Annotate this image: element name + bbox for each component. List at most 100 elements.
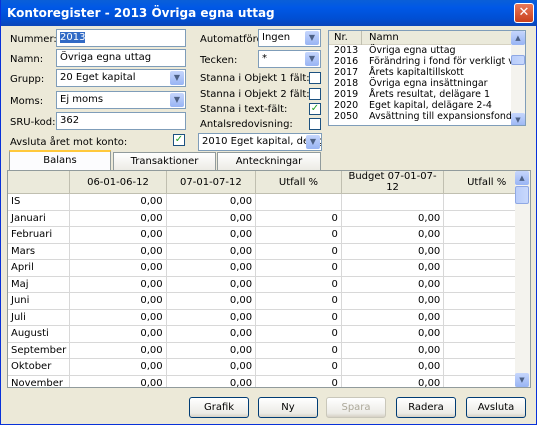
grid-cell[interactable]: 0,00 [69,375,167,387]
scroll-up-icon[interactable]: ▲ [511,31,525,45]
grid-cell[interactable]: 0,00 [69,325,167,343]
grid-col-header[interactable]: 06-01-06-12 [69,171,167,194]
grid-cell[interactable]: 0 [255,325,342,343]
scroll-thumb[interactable] [511,55,525,65]
scroll-down-icon[interactable]: ▼ [515,373,529,387]
grid-cell[interactable]: 0,00 [341,309,445,326]
grid-cell[interactable]: 0,00 [166,342,257,359]
accounts-scrollbar[interactable]: ▲ ▼ [511,31,525,125]
grafik-button[interactable]: Grafik [189,397,249,418]
avsluta-checkbox[interactable]: ✓ [173,134,185,146]
spara-button[interactable]: Spara [326,397,386,418]
avsluta-button[interactable]: Avsluta [466,397,526,418]
close-button[interactable]: ✕ [514,3,534,23]
grid-cell[interactable]: 0,00 [166,276,257,293]
list-item[interactable]: 2020 Eget kapital, delägare 2-4 [329,100,513,111]
grid-cell[interactable]: 0,00 [341,276,445,293]
automatford-select[interactable]: Ingen ▼ [258,29,321,47]
scroll-thumb[interactable] [515,186,529,204]
grid-cell[interactable]: 0,00 [166,375,257,387]
chevron-down-icon[interactable]: ▼ [305,52,319,66]
chevron-down-icon[interactable]: ▼ [305,31,319,45]
grid-cell[interactable]: 0 [255,276,342,293]
grid-cell[interactable]: 0,00 [69,309,167,326]
grid-cell[interactable]: 0 [255,210,342,227]
grid-cell[interactable]: 0,00 [166,193,257,211]
grid-cell[interactable]: 0,00 [69,259,167,277]
grid-cell[interactable]: 0,00 [69,342,167,359]
grid-cell[interactable] [341,193,445,211]
grid-cell[interactable]: 0,00 [69,243,167,260]
grid-col-header[interactable]: Utfall % [255,171,342,194]
grid-col-header[interactable]: Budget 07-01-07-12 [341,171,445,194]
balance-grid[interactable]: 06-01-06-12 07-01-07-12 Utfall % Budget 07-… [7,170,531,388]
grid-cell[interactable]: 0,00 [166,292,257,310]
grid-cell[interactable]: 0 [255,259,342,277]
scroll-down-icon[interactable]: ▼ [511,113,525,125]
col-header-nr[interactable]: Nr. [334,32,348,43]
grid-cell[interactable]: 0,00 [341,259,445,277]
objekt2-checkbox[interactable] [309,88,321,100]
sru-field[interactable]: 362 [56,112,186,130]
antals-checkbox[interactable] [309,118,321,130]
radera-button[interactable]: Radera [396,397,456,418]
grid-cell[interactable]: 0,00 [341,210,445,227]
list-item[interactable]: 2019 Årets resultat, delägare 1 [329,89,513,100]
grid-cell[interactable]: 0,00 [166,358,257,376]
list-item[interactable]: 2018 Övriga egna insättningar [329,78,513,89]
grid-cell[interactable]: 0,00 [341,375,445,387]
grid-cell[interactable]: 0 [255,309,342,326]
scroll-up-icon[interactable]: ▲ [515,171,529,185]
list-item[interactable]: 2013 Övriga egna uttag [329,45,513,56]
grid-cell[interactable]: 0,00 [341,292,445,310]
grid-cell[interactable]: 0,00 [341,325,445,343]
list-item[interactable]: 2017 Årets kapitaltillskott [329,67,513,78]
title-bar[interactable]: Kontoregister - 2013 Övriga egna uttag ✕ [1,0,537,26]
nummer-field[interactable]: 2013 [56,29,186,47]
grid-cell[interactable]: 0,00 [69,226,167,244]
grid-cell[interactable]: 0,00 [166,259,257,277]
grid-cell[interactable]: 0,00 [166,309,257,326]
chevron-down-icon[interactable]: ▼ [170,71,184,85]
list-item[interactable]: 2050 Avsättning till expansionsfond [329,111,513,122]
objekt1-checkbox[interactable] [309,72,321,84]
tab-balans[interactable]: Balans [9,150,111,171]
tab-anteckningar[interactable]: Anteckningar [217,152,321,170]
grid-cell[interactable]: 0,00 [341,226,445,244]
chevron-down-icon[interactable]: ▼ [306,135,320,149]
grid-cell[interactable] [255,193,342,211]
grid-cell[interactable]: 0,00 [166,325,257,343]
tecken-select[interactable]: * ▼ [258,50,321,68]
grid-cell[interactable]: 0,00 [166,210,257,227]
grid-cell[interactable]: 0,00 [69,292,167,310]
grid-cell[interactable]: 0,00 [341,243,445,260]
grupp-select[interactable]: 20 Eget kapital ▼ [56,69,186,87]
grid-cell[interactable]: 0 [255,358,342,376]
grid-col-header[interactable]: 07-01-07-12 [166,171,257,194]
grid-col-header[interactable] [8,171,71,194]
accounts-list[interactable]: Nr. Namn 2013 Övriga egna uttag 2016 Föränd… [328,30,526,126]
grid-cell[interactable]: 0,00 [69,210,167,227]
grid-cell[interactable]: 0,00 [166,226,257,244]
grid-cell[interactable]: 0 [255,292,342,310]
grid-cell[interactable]: 0,00 [341,342,445,359]
grid-cell[interactable]: 0 [255,243,342,260]
grid-cell[interactable]: 0 [255,226,342,244]
chevron-down-icon[interactable]: ▼ [170,93,184,107]
grid-cell[interactable]: 0 [255,375,342,387]
moms-select[interactable]: Ej moms ▼ [56,91,186,109]
col-header-namn[interactable]: Namn [369,32,399,43]
namn-field[interactable]: Övriga egna uttag [56,49,186,67]
tab-transaktioner[interactable]: Transaktioner [113,152,216,170]
textfalt-checkbox[interactable]: ✓ [309,103,321,115]
list-item[interactable]: 2016 Förändring i fond för verkligt värde [329,56,525,67]
ny-button[interactable]: Ny [258,397,318,418]
grid-scrollbar[interactable]: ▲ ▼ [515,171,530,387]
grid-cell[interactable]: 0,00 [69,358,167,376]
grid-cell[interactable]: 0,00 [69,193,167,211]
grid-cell[interactable]: 0,00 [69,276,167,293]
grid-cell[interactable]: 0 [255,342,342,359]
grid-cell[interactable]: 0,00 [341,358,445,376]
konto-select[interactable]: 2010 Eget kapital, deläga ▼ [198,133,322,151]
grid-cell[interactable]: 0,00 [166,243,257,260]
